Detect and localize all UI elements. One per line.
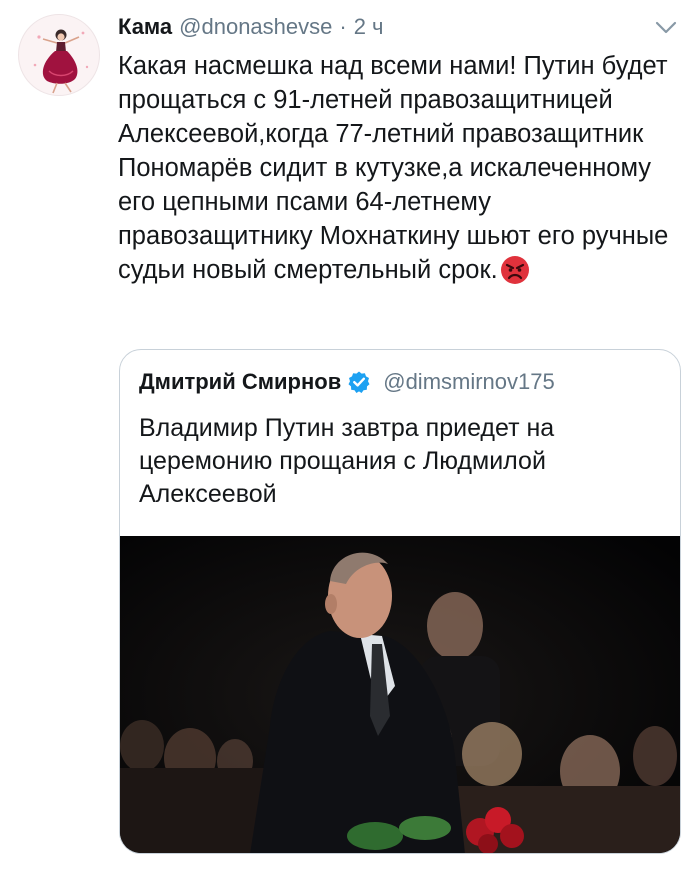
- tweet-text-content: Какая насмешка над всеми нами! Путин буд…: [118, 52, 669, 284]
- quoted-user-handle[interactable]: @dimsmirnov175: [383, 369, 555, 395]
- verified-badge-icon: [347, 370, 371, 394]
- photo-illustration: [120, 536, 680, 853]
- chevron-down-icon[interactable]: [652, 18, 680, 38]
- timestamp[interactable]: 2 ч: [354, 12, 384, 42]
- quoted-display-name[interactable]: Дмитрий Смирнов: [139, 369, 341, 395]
- quoted-tweet-photo[interactable]: [120, 536, 680, 853]
- angry-face-icon: [500, 255, 530, 285]
- quoted-tweet-header: Дмитрий Смирнов @dimsmirnov175: [139, 368, 555, 396]
- tweet-header: Кама @dnonashevse · 2 ч: [118, 12, 384, 42]
- dancer-avatar-icon: [33, 29, 89, 94]
- tweet[interactable]: Кама @dnonashevse · 2 ч Какая насмешка н…: [0, 0, 700, 871]
- display-name[interactable]: Кама: [118, 12, 172, 42]
- tweet-text: Какая насмешка над всеми нами! Путин буд…: [118, 49, 688, 287]
- avatar[interactable]: [18, 14, 100, 96]
- separator-dot: ·: [339, 14, 347, 39]
- user-handle[interactable]: @dnonashevse: [179, 12, 332, 42]
- quoted-tweet-text: Владимир Путин завтра приедет на церемон…: [139, 414, 555, 508]
- quoted-tweet[interactable]: Дмитрий Смирнов @dimsmirnov175 Владимир …: [119, 349, 681, 854]
